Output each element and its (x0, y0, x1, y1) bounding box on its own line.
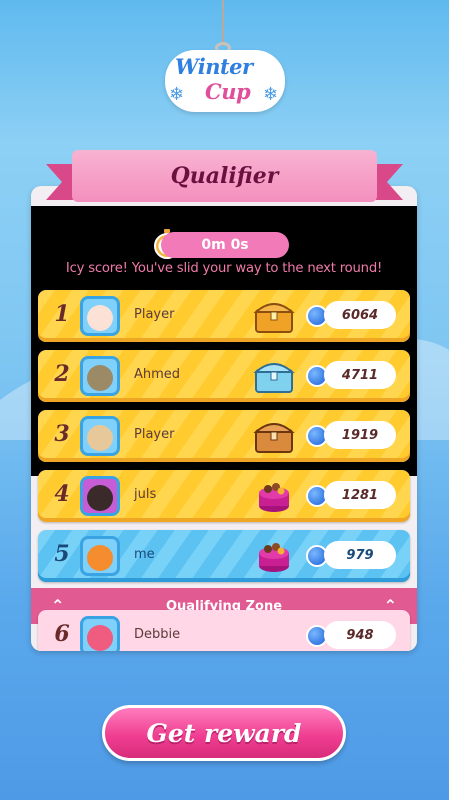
banner-body: Qualifier (72, 150, 377, 202)
rank-number: 4 (54, 481, 70, 507)
score-value: 1919 (341, 427, 379, 443)
leaderboard-row: 1 Player 6064 (38, 290, 410, 342)
score-value: 4711 (341, 367, 379, 383)
score-pill: 979 (324, 541, 396, 569)
leaderboard-row: 4 juls 1281 (38, 470, 410, 522)
page-title: Qualifier (170, 163, 279, 189)
snowflake-icon: ❄ (169, 84, 185, 105)
player-name: juls (134, 487, 157, 502)
avatar-face (87, 625, 113, 651)
player-name: Ahmed (134, 367, 181, 382)
leaderboard-row: 2 Ahmed 4711 (38, 350, 410, 402)
avatar-face (87, 305, 113, 331)
avatar (80, 356, 120, 396)
player-name: Player (134, 427, 175, 442)
player-name: Player (134, 307, 175, 322)
timer-value: 0m 0s (201, 237, 249, 253)
silver-chest-icon (253, 363, 295, 393)
score-value: 948 (346, 627, 374, 643)
qualifier-banner: Qualifier (46, 150, 377, 206)
leaderboard-row: 6 Debbie 948 (38, 610, 410, 651)
hanger-string (222, 0, 224, 46)
get-reward-label: Get reward (146, 718, 302, 748)
rank-number: 2 (54, 361, 70, 387)
leaderboard-row: 3 Player 1919 (38, 410, 410, 462)
bronze-chest-icon (253, 423, 295, 453)
avatar (80, 616, 120, 651)
score-pill: 1919 (324, 421, 396, 449)
avatar (80, 416, 120, 456)
avatar-face (87, 485, 113, 511)
avatar (80, 476, 120, 516)
avatar-face (87, 365, 113, 391)
score-pill: 1281 (324, 481, 396, 509)
leaderboard-row-current-user: 5 me 979 (38, 530, 410, 582)
avatar (80, 536, 120, 576)
score-pill: 6064 (324, 301, 396, 329)
logo-word-winter: Winter (175, 54, 253, 79)
candy-box-icon (259, 483, 289, 512)
avatar-face (87, 425, 113, 451)
avatar (80, 296, 120, 336)
score-pill: 948 (324, 621, 396, 649)
rank-number: 3 (54, 421, 70, 447)
rank-number: 1 (54, 301, 70, 327)
player-name: Debbie (134, 627, 181, 642)
snowflake-icon: ❄ (263, 84, 279, 105)
gold-chest-icon (253, 303, 295, 333)
score-pill: 4711 (324, 361, 396, 389)
round-timer: 0m 0s (161, 232, 289, 258)
score-value: 6064 (341, 307, 379, 323)
leaderboard-panel: 0m 0s Icy score! You've slid your way to… (31, 186, 417, 651)
score-value: 979 (346, 547, 374, 563)
result-message: Icy score! You've slid your way to the n… (65, 261, 383, 276)
rank-number: 6 (54, 621, 70, 647)
get-reward-button[interactable]: Get reward (102, 705, 346, 761)
score-value: 1281 (341, 487, 379, 503)
avatar-face (87, 545, 113, 571)
logo-word-cup: Cup (205, 79, 251, 104)
rank-number: 5 (54, 541, 70, 567)
candy-box-icon (259, 543, 289, 572)
player-name: me (134, 547, 155, 562)
winter-cup-logo: ❄ ❄ Winter Cup (165, 50, 285, 112)
